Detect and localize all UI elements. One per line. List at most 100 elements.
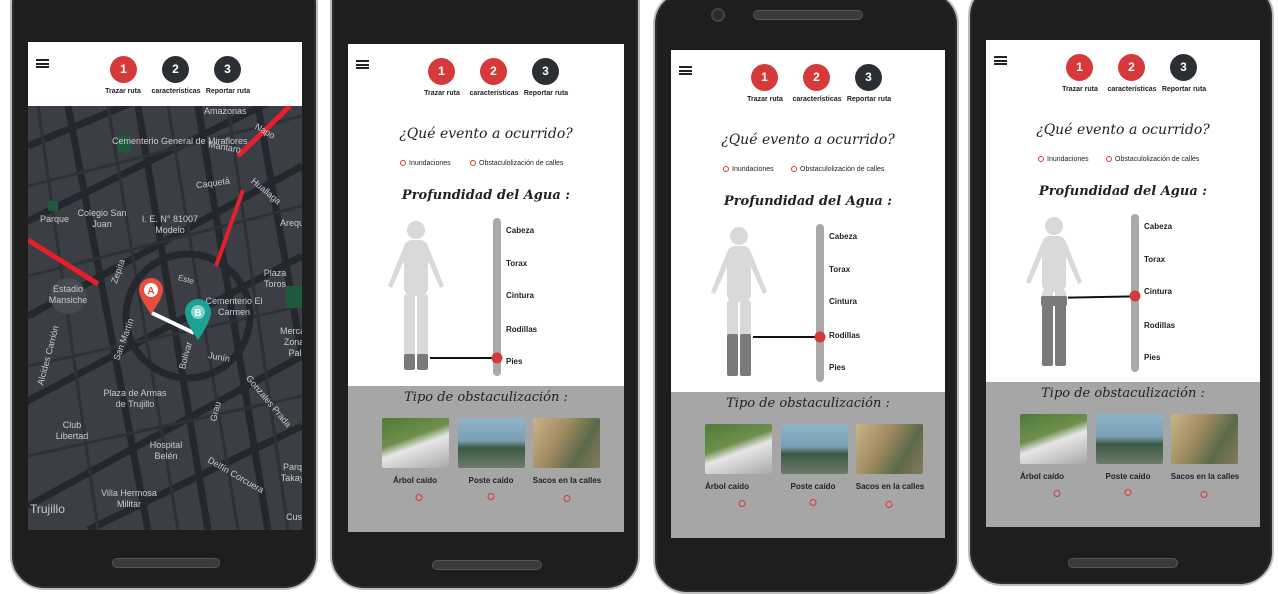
level-head: Cabeza xyxy=(829,232,858,241)
svg-text:B: B xyxy=(194,308,201,319)
water-level-line xyxy=(430,357,497,359)
step-2[interactable]: 2 xyxy=(803,64,830,91)
map-screen: 1 Trazar ruta 2 características 3 Report… xyxy=(28,42,302,530)
obstacle-title: Tipo de obstaculización : xyxy=(1041,386,1205,401)
option-flood[interactable]: Inundaciones xyxy=(723,166,774,173)
obstacle-radio[interactable] xyxy=(1124,489,1132,496)
sandbags-photo[interactable] xyxy=(1171,414,1238,464)
step-1[interactable]: 1 xyxy=(428,58,455,85)
step-2-label: características xyxy=(151,88,201,95)
step-2-label: características xyxy=(469,90,519,97)
step-1-label: Trazar ruta xyxy=(424,90,460,97)
map-label: Estadio Mansiche xyxy=(48,284,88,305)
phone-speaker xyxy=(112,558,220,568)
obstacle-label: Poste caído xyxy=(1105,472,1151,481)
hamburger-menu-icon[interactable] xyxy=(679,66,692,75)
obstacle-label: Árbol caído xyxy=(1019,472,1065,481)
fallen-pole-photo[interactable] xyxy=(458,418,525,468)
map-label: Trujillo xyxy=(30,502,65,516)
obstacle-label: Poste caído xyxy=(790,482,836,491)
step-2-label: características xyxy=(1107,86,1157,93)
radio-icon xyxy=(1038,156,1044,162)
step-2[interactable]: 2 xyxy=(480,58,507,85)
header: 1 Trazar ruta 2 características 3 Report… xyxy=(348,44,624,108)
map-label: Cusco xyxy=(286,512,302,522)
fallen-pole-photo[interactable] xyxy=(1096,414,1163,464)
obstacle-radio[interactable] xyxy=(415,494,423,501)
obstacle-panel: Tipo de obstaculización : Árbol caído Po… xyxy=(986,382,1260,527)
step-3-label: Reportar ruta xyxy=(846,96,892,103)
level-feet: Pies xyxy=(829,363,846,372)
map-view[interactable]: Cementerio General de Miraflores Colegio… xyxy=(28,106,302,530)
water-level-handle[interactable] xyxy=(491,352,503,364)
radio-icon xyxy=(791,166,797,172)
map-label: Arequ xyxy=(280,218,302,228)
radio-icon xyxy=(400,160,406,166)
header: 1 Trazar ruta 2 características 3 Report… xyxy=(28,42,302,106)
hamburger-menu-icon[interactable] xyxy=(994,56,1007,65)
obstacle-radio[interactable] xyxy=(563,495,571,502)
fallen-tree-photo[interactable] xyxy=(1020,414,1087,464)
map-label: Plaza de Armas de Trujillo xyxy=(103,388,167,409)
obstacle-panel: Tipo de obstaculización : Árbol caído Po… xyxy=(671,392,945,538)
obstacle-radio[interactable] xyxy=(738,500,746,507)
obstacle-label: Árbol caído xyxy=(704,482,750,491)
obstacle-label: Sacos en la calles xyxy=(532,476,602,485)
fallen-tree-photo[interactable] xyxy=(382,418,449,468)
map-label: Hospital Belén xyxy=(149,440,183,461)
sandbags-photo[interactable] xyxy=(533,418,600,468)
step-3-label: Reportar ruta xyxy=(523,90,569,97)
step-3[interactable]: 3 xyxy=(1170,54,1197,81)
obstacle-radio[interactable] xyxy=(809,499,817,506)
level-knees: Rodillas xyxy=(1144,321,1176,330)
step-2[interactable]: 2 xyxy=(1118,54,1145,81)
level-feet: Pies xyxy=(506,357,523,366)
fallen-pole-photo[interactable] xyxy=(781,424,848,474)
option-obstruction[interactable]: Obstaculolización de calles xyxy=(470,160,563,167)
obstacle-radio[interactable] xyxy=(885,501,893,508)
map-label: Villa Hermosa Militar xyxy=(101,488,157,509)
marker-a-icon[interactable]: A xyxy=(136,276,166,316)
body-figure-icon xyxy=(1026,217,1082,366)
map-label: Colegio San Juan xyxy=(77,208,127,229)
marker-b-icon[interactable]: B xyxy=(182,296,214,342)
phone-speaker xyxy=(753,10,863,20)
step-3-label: Reportar ruta xyxy=(205,88,251,95)
radio-icon xyxy=(1106,156,1112,162)
water-level-handle[interactable] xyxy=(1129,290,1141,302)
obstacle-radio[interactable] xyxy=(487,493,495,500)
hamburger-menu-icon[interactable] xyxy=(356,60,369,69)
level-torso: Torax xyxy=(506,259,528,268)
phone-map: 1 Trazar ruta 2 características 3 Report… xyxy=(10,0,318,590)
step-3[interactable]: 3 xyxy=(214,56,241,83)
option-obstruction[interactable]: Obstaculolización de calles xyxy=(1106,156,1199,163)
step-3[interactable]: 3 xyxy=(855,64,882,91)
option-flood[interactable]: Inundaciones xyxy=(400,160,451,167)
obstacle-radio[interactable] xyxy=(1053,490,1061,497)
obstacle-radio[interactable] xyxy=(1200,491,1208,498)
depth-title: Profundidad del Agua : xyxy=(401,188,571,203)
hamburger-menu-icon[interactable] xyxy=(36,59,49,68)
event-question: ¿Qué evento a ocurrido? xyxy=(721,132,895,148)
sandbags-photo[interactable] xyxy=(856,424,923,474)
water-level-line xyxy=(753,336,820,338)
water-level-handle[interactable] xyxy=(814,331,826,343)
obstacle-label: Sacos en la calles xyxy=(1170,472,1240,481)
step-1[interactable]: 1 xyxy=(110,56,137,83)
option-flood[interactable]: Inundaciones xyxy=(1038,156,1089,163)
step-3-label: Reportar ruta xyxy=(1161,86,1207,93)
step-2[interactable]: 2 xyxy=(162,56,189,83)
level-knees: Rodillas xyxy=(506,325,538,334)
option-obstruction[interactable]: Obstaculolización de calles xyxy=(791,166,884,173)
fallen-tree-photo[interactable] xyxy=(705,424,772,474)
obstacle-title: Tipo de obstaculización : xyxy=(404,390,568,405)
depth-title: Profundidad del Agua : xyxy=(1038,184,1208,199)
body-figure-icon xyxy=(711,227,767,376)
step-3[interactable]: 3 xyxy=(532,58,559,85)
level-head: Cabeza xyxy=(506,226,535,235)
map-label: Plaza Toros xyxy=(263,268,287,289)
step-1[interactable]: 1 xyxy=(1066,54,1093,81)
obstacle-label: Árbol caído xyxy=(392,476,438,485)
step-1[interactable]: 1 xyxy=(751,64,778,91)
depth-slider[interactable] xyxy=(816,224,824,382)
